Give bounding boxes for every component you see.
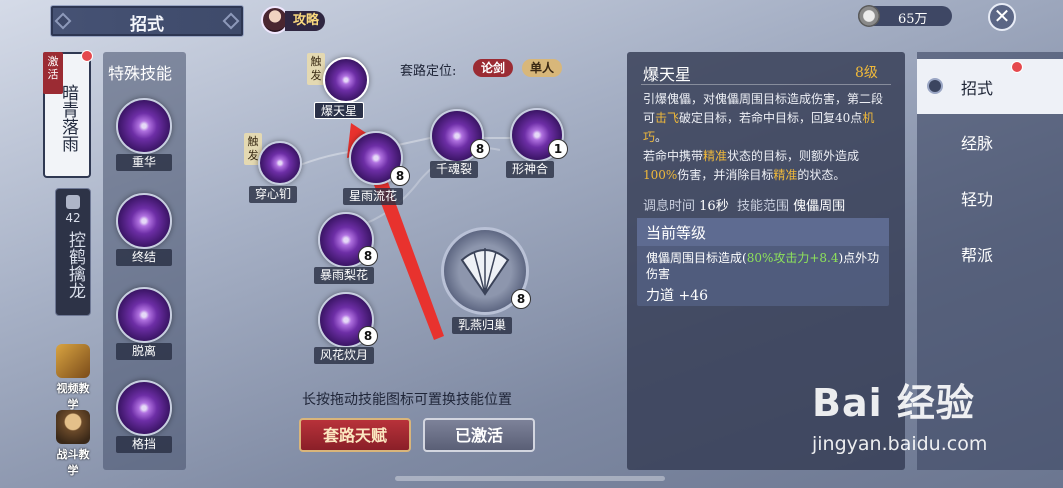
route-talent-button[interactable]: 套路天赋 [299, 418, 411, 452]
skill-ruyanguichao-label: 乳燕归巢 [452, 317, 513, 334]
skill-level-badge: 8 [358, 246, 378, 266]
watermark-brand: Bai 经验 [812, 381, 975, 425]
current-level-effect: 傀儡周围目标造成(80%攻击力+8.4)点外功伤害 [646, 251, 880, 281]
watermark-url: jingyan.baidu.com [812, 433, 988, 455]
current-level-title: 当前等级 [646, 224, 707, 242]
skill-chuanxindiao-label: 穿心钔 [249, 186, 298, 203]
skill-fenghuachuiyue-label: 风花炊月 [314, 347, 375, 364]
skill-xingyuliuhua-label: 星雨流花 [343, 188, 404, 205]
skill-level-badge: 1 [548, 139, 568, 159]
nav-tab-label: 轻功 [961, 190, 994, 209]
detail-description: 引爆傀儡，对傀儡周围目标造成伤害，第二段可击飞破定目标，若命中目标，回复40点机… [643, 92, 884, 182]
nav-tab-meridians[interactable]: 经脉 [917, 114, 1063, 169]
skill-level-badge: 8 [470, 139, 490, 159]
skill-level-badge: 8 [390, 166, 410, 186]
detail-skill-level: 8级 [855, 65, 878, 81]
current-level-stat: 力道 +46 [646, 288, 708, 304]
home-indicator [395, 476, 665, 481]
nav-tab-label: 招式 [961, 79, 994, 98]
divider [641, 84, 891, 85]
diamond-ornament-icon [927, 78, 943, 94]
skill-level-badge: 8 [511, 289, 531, 309]
notification-dot [1011, 61, 1023, 73]
skill-xingshenhe-label: 形神合 [506, 161, 555, 178]
skill-baoyulihua-label: 暴雨梨花 [314, 267, 375, 284]
activated-button[interactable]: 已激活 [423, 418, 535, 452]
skill-level-badge: 8 [358, 326, 378, 346]
nav-tab-lightness[interactable]: 轻功 [917, 170, 1063, 225]
watermark: Bai 经验 jingyan.baidu.com [812, 372, 987, 455]
current-level-header: 当前等级 [637, 218, 889, 246]
skill-chuanxindiao-icon[interactable] [258, 141, 302, 185]
nav-tab-skills[interactable]: 招式 [917, 59, 1063, 114]
drag-hint: 长按拖动技能图标可置换技能位置 [302, 392, 512, 408]
detail-skill-name: 爆天星 [643, 65, 692, 84]
skill-baotianxing-label: 爆天星 [314, 102, 365, 119]
skill-baotianxing-icon[interactable] [323, 57, 369, 103]
nav-tab-guild[interactable]: 帮派 [917, 226, 1063, 281]
detail-cooldown-range: 调息时间 16秒 技能范围 傀儡周围 [643, 199, 846, 214]
nav-tab-label: 经脉 [961, 134, 994, 153]
skill-qianhunlie-label: 千魂裂 [430, 161, 479, 178]
nav-tab-label: 帮派 [961, 246, 994, 265]
